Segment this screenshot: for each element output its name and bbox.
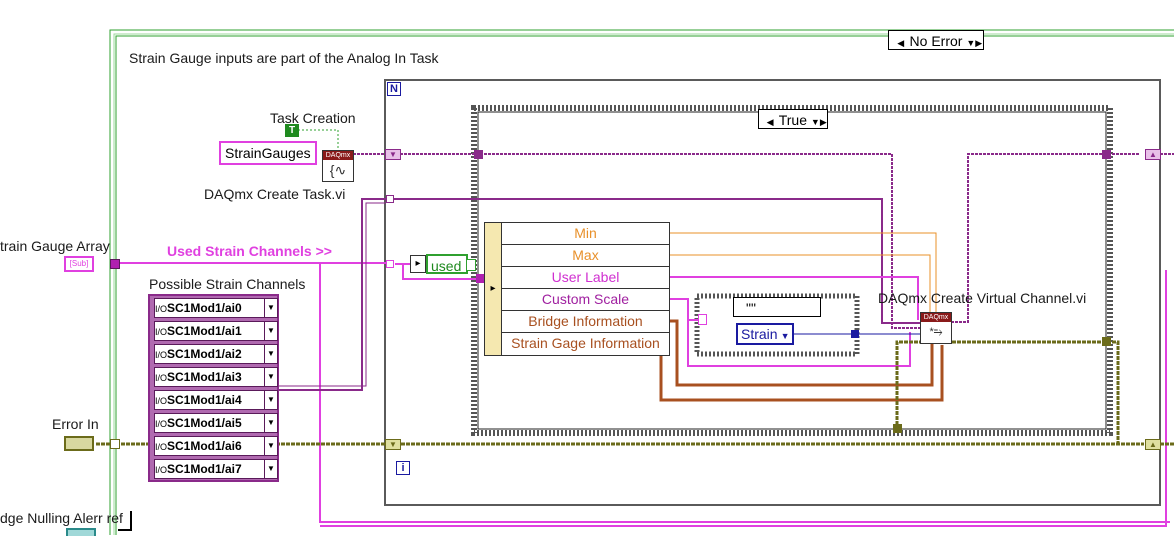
chevron-down-icon[interactable]: ▼ [264, 345, 277, 363]
array-element-node: ▸ [410, 255, 426, 273]
channel-constant[interactable]: I/OSC1Mod1/ai4 ▼ [154, 390, 278, 410]
unbundle-item-min[interactable]: Min [502, 223, 669, 245]
shift-register-left-error: ▼ [385, 439, 401, 450]
chevron-down-icon[interactable]: ▼ [781, 331, 790, 341]
channel-constant[interactable]: I/OSC1Mod1/ai0 ▼ [154, 298, 278, 318]
chevron-down-icon[interactable]: ▼ [264, 391, 277, 409]
dropdown-arrow-icon[interactable]: ▼▶ [811, 112, 827, 132]
bridge-ref-bracket [118, 511, 132, 531]
daqmx-header: DAQmx [921, 313, 951, 322]
possible-strain-channels-array: I/OSC1Mod1/ai0 ▼ I/OSC1Mod1/ai1 ▼ I/OSC1Mo… [148, 294, 279, 482]
channel-wave-icon: *⥱ [929, 326, 943, 338]
daqmx-header: DAQmx [323, 151, 353, 160]
inner-case-selector-value: "" [746, 300, 756, 316]
case-selector-no-error[interactable]: ◀ No Error ▼▶ [888, 30, 984, 50]
unbundle-item-custom-scale[interactable]: Custom Scale [502, 289, 669, 311]
shift-register-right-error: ▲ [1145, 439, 1161, 450]
case-tunnel [1102, 337, 1111, 346]
task-creation-label: Task Creation [270, 110, 356, 126]
task-wave-icon: {∿ [329, 162, 347, 178]
enum-tunnel [851, 330, 859, 338]
chevron-down-icon[interactable]: ▼ [264, 322, 277, 340]
channel-constant[interactable]: I/OSC1Mod1/ai5 ▼ [154, 413, 278, 433]
channel-constant[interactable]: I/OSC1Mod1/ai7 ▼ [154, 459, 278, 479]
chevron-down-icon[interactable]: ▼ [264, 414, 277, 432]
strain-gauge-array-terminal[interactable]: [Sub] [64, 256, 94, 272]
loop-count-terminal[interactable]: N [387, 82, 401, 96]
possible-strain-channels-label: Possible Strain Channels [149, 276, 306, 292]
case-selector-value: True [778, 112, 808, 128]
case-selector-true[interactable]: ◀ True ▼▶ [758, 109, 828, 129]
strain-ring-constant[interactable]: Strain ▼ [736, 323, 794, 345]
used-indicator-terminal [466, 259, 476, 271]
channel-constant[interactable]: I/OSC1Mod1/ai3 ▼ [154, 367, 278, 387]
daqmx-create-task-vi-icon[interactable]: DAQmx {∿ [322, 150, 354, 182]
strain-gauge-array-label: train Gauge Array [0, 238, 110, 254]
boolean-true-constant[interactable]: T [285, 124, 299, 137]
indexing-tunnel-array [386, 260, 394, 268]
chevron-down-icon[interactable]: ▼ [264, 437, 277, 455]
channel-constant[interactable]: I/OSC1Mod1/ai6 ▼ [154, 436, 278, 456]
create-task-vi-label: DAQmx Create Task.vi [204, 186, 346, 202]
loop-index-terminal[interactable]: i [396, 461, 410, 475]
chevron-down-icon[interactable]: ▼ [264, 460, 277, 478]
unbundle-input-bar: ▸ [485, 223, 502, 355]
daqmx-create-virtual-channel-vi-icon[interactable]: DAQmx *⥱ [920, 312, 952, 344]
case-tunnel [1102, 150, 1111, 159]
create-virtual-channel-label: DAQmx Create Virtual Channel.vi [878, 290, 1087, 306]
used-strain-channels-label: Used Strain Channels >> [167, 243, 332, 259]
indexing-tunnel-channels [386, 195, 394, 203]
dropdown-arrow-icon[interactable]: ▼▶ [966, 33, 982, 53]
channel-constant[interactable]: I/OSC1Mod1/ai2 ▼ [154, 344, 278, 364]
channel-constant[interactable]: I/OSC1Mod1/ai1 ▼ [154, 321, 278, 341]
unbundle-by-name-node[interactable]: ▸ Min Max User Label Custom Scale Bridge… [484, 222, 670, 356]
shift-register-right-top: ▲ [1145, 149, 1161, 160]
inner-case-tunnel [698, 314, 707, 325]
used-string-indicator[interactable]: used [426, 254, 468, 274]
error-in-terminal[interactable] [64, 436, 94, 451]
inner-case-selector[interactable]: "" [733, 297, 821, 317]
error-in-label: Error In [52, 416, 99, 432]
strain-gauges-string-constant[interactable]: StrainGauges [219, 141, 317, 165]
array-tunnel [110, 259, 120, 269]
unbundle-item-bridge-info[interactable]: Bridge Information [502, 311, 669, 333]
diagram-comment: Strain Gauge inputs are part of the Anal… [129, 50, 439, 66]
unbundle-item-strain-gage-info[interactable]: Strain Gage Information [502, 333, 669, 354]
case-tunnel [893, 424, 902, 433]
decrement-arrow-icon[interactable]: ◀ [896, 33, 906, 53]
error-tunnel [110, 439, 120, 449]
case-selector-value: No Error [909, 33, 963, 49]
case-tunnel [474, 150, 483, 159]
unbundle-item-user-label[interactable]: User Label [502, 267, 669, 289]
bridge-nulling-label: dge Nulling Alerr ref [0, 510, 123, 526]
chevron-down-icon[interactable]: ▼ [264, 299, 277, 317]
chevron-down-icon[interactable]: ▼ [264, 368, 277, 386]
decrement-arrow-icon[interactable]: ◀ [765, 112, 775, 132]
unbundle-item-max[interactable]: Max [502, 245, 669, 267]
shift-register-left-top: ▼ [385, 149, 401, 160]
